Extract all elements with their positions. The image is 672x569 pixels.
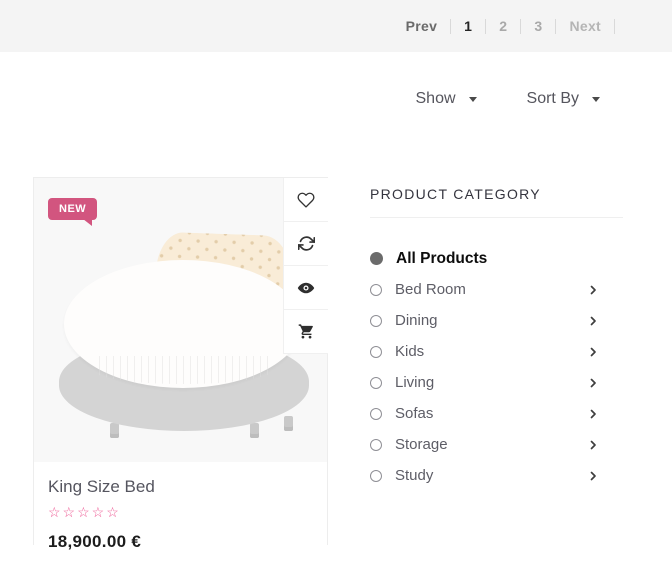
heart-icon bbox=[297, 191, 315, 209]
radio-icon bbox=[370, 315, 382, 327]
chevron-right-icon bbox=[587, 439, 599, 451]
quick-view-button[interactable] bbox=[284, 266, 328, 310]
category-item-all-products[interactable]: All Products bbox=[370, 243, 623, 274]
chevron-down-icon bbox=[469, 97, 477, 102]
product-image-link[interactable]: NEW bbox=[34, 178, 327, 462]
pagination-separator bbox=[555, 19, 556, 34]
top-pagination-bar: Prev 1 2 3 Next bbox=[0, 0, 672, 52]
pagination-page-3[interactable]: 3 bbox=[534, 18, 542, 34]
category-item-kids[interactable]: Kids bbox=[370, 336, 623, 367]
category-label: Bed Room bbox=[395, 281, 466, 298]
category-label: All Products bbox=[396, 250, 487, 268]
category-sidebar: PRODUCT CATEGORY All Products Bed Room D… bbox=[370, 186, 623, 491]
bed-product-illustration bbox=[62, 234, 312, 440]
radio-icon bbox=[370, 470, 382, 482]
sidebar-title: PRODUCT CATEGORY bbox=[370, 186, 623, 202]
chevron-right-icon bbox=[587, 284, 599, 296]
bed-leg-shape bbox=[284, 416, 293, 431]
eye-icon bbox=[297, 279, 315, 297]
add-to-cart-button[interactable] bbox=[284, 310, 328, 354]
compare-icon bbox=[298, 235, 315, 252]
category-item-living[interactable]: Living bbox=[370, 367, 623, 398]
category-item-dining[interactable]: Dining bbox=[370, 305, 623, 336]
chevron-right-icon bbox=[587, 470, 599, 482]
pagination-page-2[interactable]: 2 bbox=[499, 18, 507, 34]
category-item-sofas[interactable]: Sofas bbox=[370, 398, 623, 429]
product-name-link[interactable]: King Size Bed bbox=[48, 477, 313, 497]
chevron-right-icon bbox=[587, 346, 599, 358]
category-list: All Products Bed Room Dining Kids L bbox=[370, 243, 623, 491]
category-label: Living bbox=[395, 374, 434, 391]
bed-mattress-shape bbox=[64, 260, 302, 388]
product-card: NEW bbox=[33, 177, 328, 545]
category-item-bed-room[interactable]: Bed Room bbox=[370, 274, 623, 305]
bed-leg-shape bbox=[250, 423, 259, 438]
pagination-separator bbox=[520, 19, 521, 34]
chevron-right-icon bbox=[587, 315, 599, 327]
chevron-right-icon bbox=[587, 377, 599, 389]
chevron-down-icon bbox=[592, 97, 600, 102]
sidebar-divider bbox=[370, 217, 623, 218]
pagination-prev-button[interactable]: Prev bbox=[406, 18, 438, 34]
sort-by-dropdown-label: Sort By bbox=[527, 90, 579, 108]
category-label: Kids bbox=[395, 343, 424, 360]
category-label: Storage bbox=[395, 436, 448, 453]
wishlist-button[interactable] bbox=[284, 178, 328, 222]
pagination-page-1[interactable]: 1 bbox=[464, 18, 472, 34]
cart-icon bbox=[298, 323, 315, 340]
pagination: Prev 1 2 3 Next bbox=[406, 18, 628, 34]
category-item-study[interactable]: Study bbox=[370, 460, 623, 491]
new-badge: NEW bbox=[48, 198, 97, 220]
pagination-separator bbox=[485, 19, 486, 34]
radio-icon bbox=[370, 346, 382, 358]
radio-icon bbox=[370, 408, 382, 420]
pagination-separator bbox=[614, 19, 615, 34]
compare-button[interactable] bbox=[284, 222, 328, 266]
show-dropdown-label: Show bbox=[416, 90, 456, 108]
listing-toolbar: Show Sort By bbox=[416, 90, 601, 108]
radio-icon bbox=[370, 284, 382, 296]
product-price: 18,900.00 € bbox=[48, 532, 313, 552]
pagination-separator bbox=[450, 19, 451, 34]
product-action-strip bbox=[283, 178, 327, 354]
product-rating-stars: ☆☆☆☆☆ bbox=[48, 504, 313, 521]
radio-icon bbox=[370, 439, 382, 451]
category-item-storage[interactable]: Storage bbox=[370, 429, 623, 460]
product-info: King Size Bed ☆☆☆☆☆ 18,900.00 € bbox=[34, 462, 327, 552]
sort-by-dropdown[interactable]: Sort By bbox=[527, 90, 600, 108]
pagination-next-button[interactable]: Next bbox=[569, 18, 601, 34]
show-dropdown[interactable]: Show bbox=[416, 90, 477, 108]
bed-leg-shape bbox=[110, 423, 119, 438]
category-label: Sofas bbox=[395, 405, 433, 422]
radio-selected-icon bbox=[370, 252, 383, 265]
radio-icon bbox=[370, 377, 382, 389]
category-label: Dining bbox=[395, 312, 438, 329]
category-label: Study bbox=[395, 467, 433, 484]
chevron-right-icon bbox=[587, 408, 599, 420]
